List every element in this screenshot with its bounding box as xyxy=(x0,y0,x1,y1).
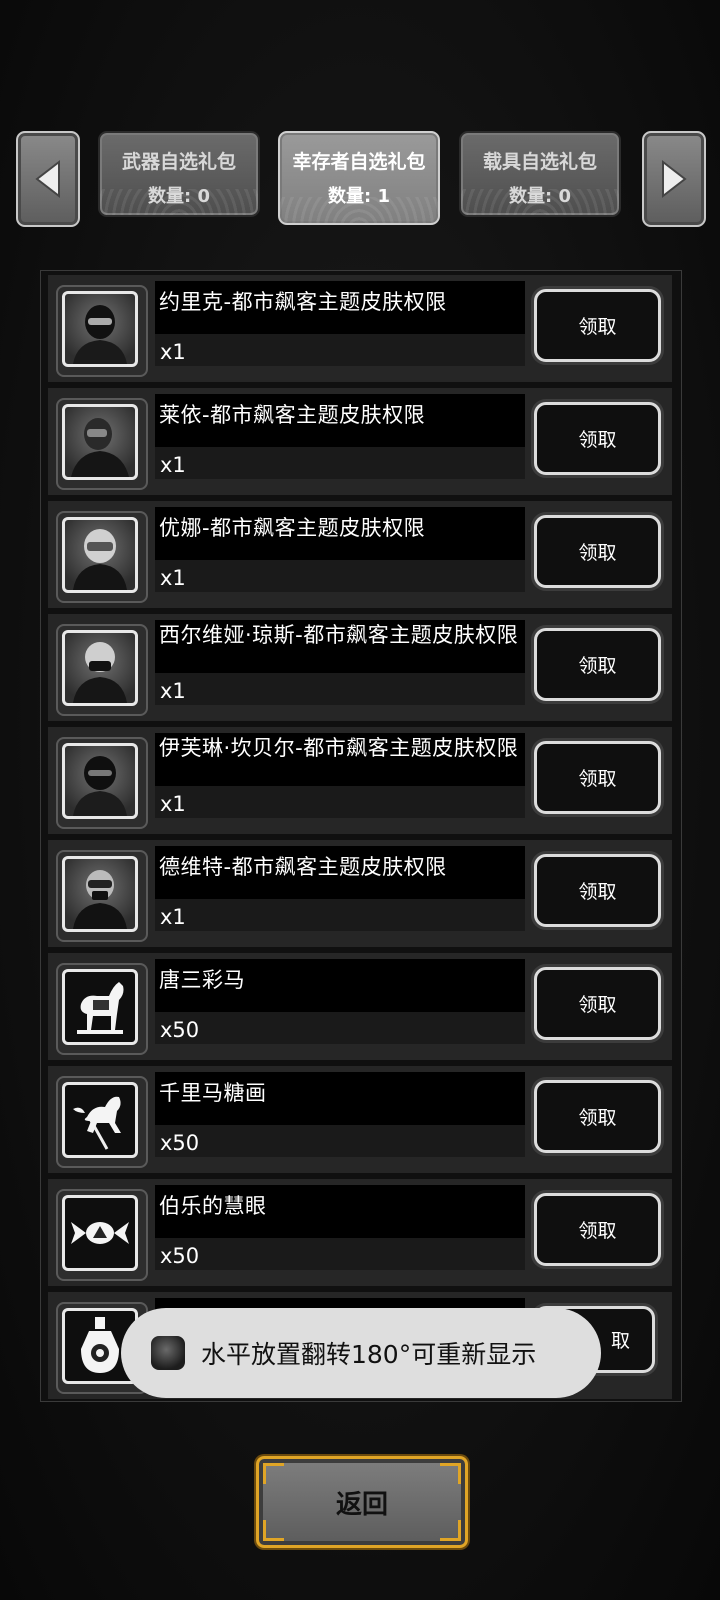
frame-corner xyxy=(263,1463,284,1484)
item-quantity: x1 xyxy=(155,673,525,705)
tab-label: 幸存者自选礼包 xyxy=(292,151,426,173)
back-label: 返回 xyxy=(335,1489,388,1520)
prev-tab-button[interactable] xyxy=(16,131,80,227)
item-name: 伊芙琳·坎贝尔-都市飙客主题皮肤权限 xyxy=(155,733,525,786)
tab-pattern xyxy=(280,197,438,223)
item-quantity: x1 xyxy=(155,899,525,931)
item-quantity: x1 xyxy=(155,447,525,479)
back-button[interactable]: 返回 xyxy=(256,1456,468,1548)
triangle-left-icon xyxy=(35,159,60,199)
frame-corner xyxy=(440,1520,461,1541)
item-portrait xyxy=(56,737,148,829)
item-portrait xyxy=(56,398,148,490)
item-quantity: x50 xyxy=(155,1012,525,1044)
list-item: 西尔维娅·琼斯-都市飙客主题皮肤权限 x1 领取 xyxy=(48,614,672,721)
tab-weapon-pack[interactable]: 武器自选礼包 数量: 0 xyxy=(98,131,260,217)
list-item: 伊芙琳·坎贝尔-都市飙客主题皮肤权限 x1 领取 xyxy=(48,727,672,834)
item-portrait xyxy=(56,1189,148,1281)
item-quantity: x50 xyxy=(155,1238,525,1270)
tab-pattern xyxy=(461,189,619,215)
candy-icon xyxy=(71,1222,129,1244)
tab-label: 载具自选礼包 xyxy=(482,151,597,173)
helmet-rider-icon xyxy=(73,305,127,364)
helmet-rider-icon xyxy=(73,756,127,816)
list-item: 唐三彩马 x50 领取 xyxy=(48,953,672,1060)
tab-label: 武器自选礼包 xyxy=(121,151,236,173)
item-name: 西尔维娅·琼斯-都市飙客主题皮肤权限 xyxy=(155,620,525,673)
helmet-rider-icon xyxy=(73,529,127,590)
list-item: 优娜-都市飙客主题皮肤权限 x1 领取 xyxy=(48,501,672,608)
item-portrait xyxy=(56,285,148,377)
item-name: 莱依-都市飙客主题皮肤权限 xyxy=(155,394,525,447)
tang-horse-icon xyxy=(77,982,124,1034)
list-item: 千里马糖画 x50 领取 xyxy=(48,1066,672,1173)
list-item: 莱依-都市飙客主题皮肤权限 x1 领取 xyxy=(48,388,672,495)
helmet-rider-icon xyxy=(73,870,127,929)
claim-button[interactable]: 领取 xyxy=(534,1193,661,1266)
claim-button[interactable]: 领取 xyxy=(534,741,661,814)
item-name: 唐三彩马 xyxy=(155,959,525,1012)
item-portrait xyxy=(56,511,148,603)
helmet-rider-icon xyxy=(73,642,127,703)
item-portrait xyxy=(56,1076,148,1168)
toast-text: 水平放置翻转180°可重新显示 xyxy=(201,1340,537,1369)
claim-button[interactable]: 领取 xyxy=(534,515,661,588)
tab-survivor-pack[interactable]: 幸存者自选礼包 数量: 1 xyxy=(278,131,440,225)
item-portrait xyxy=(56,963,148,1055)
item-quantity: x1 xyxy=(155,560,525,592)
claim-button[interactable]: 领取 xyxy=(534,967,661,1040)
item-name: 伯乐的慧眼 xyxy=(155,1185,525,1238)
item-quantity: x1 xyxy=(155,786,525,818)
claim-button[interactable]: 领取 xyxy=(534,628,661,701)
triangle-right-icon xyxy=(662,159,687,199)
list-item: 约里克-都市飙客主题皮肤权限 x1 领取 xyxy=(48,275,672,382)
list-item: 德维特-都市飙客主题皮肤权限 x1 领取 xyxy=(48,840,672,947)
frame-corner xyxy=(263,1520,284,1541)
item-name: 千里马糖画 xyxy=(155,1072,525,1125)
frame-corner xyxy=(440,1463,461,1484)
item-portrait xyxy=(56,624,148,716)
toast-message: 水平放置翻转180°可重新显示 xyxy=(121,1308,601,1398)
claim-button[interactable]: 领取 xyxy=(534,402,661,475)
tab-vehicle-pack[interactable]: 载具自选礼包 数量: 0 xyxy=(459,131,621,217)
next-tab-button[interactable] xyxy=(642,131,706,227)
claim-button[interactable]: 领取 xyxy=(534,854,661,927)
item-quantity: x50 xyxy=(155,1125,525,1157)
reward-list[interactable]: 约里克-都市飙客主题皮肤权限 x1 领取 莱依-都市飙客主题皮肤权限 x1 领取… xyxy=(40,270,682,1402)
item-name: 德维特-都市飙客主题皮肤权限 xyxy=(155,846,525,899)
sugar-horse-icon xyxy=(73,1096,121,1150)
list-item: 伯乐的慧眼 x50 领取 xyxy=(48,1179,672,1286)
item-quantity: x1 xyxy=(155,334,525,366)
item-name: 约里克-都市飙客主题皮肤权限 xyxy=(155,281,525,334)
claim-button[interactable]: 领取 xyxy=(534,1080,661,1153)
helmet-rider-icon xyxy=(71,418,129,477)
app-icon xyxy=(151,1336,185,1370)
item-portrait xyxy=(56,850,148,942)
tab-pattern xyxy=(100,189,258,215)
item-name: 优娜-都市飙客主题皮肤权限 xyxy=(155,507,525,560)
claim-button[interactable]: 领取 xyxy=(534,289,661,362)
